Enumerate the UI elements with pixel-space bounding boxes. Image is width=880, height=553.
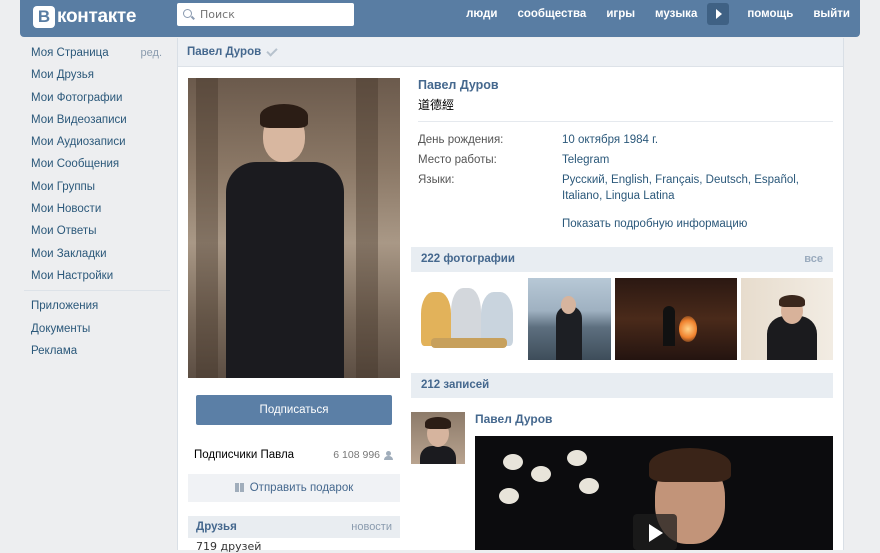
languages-label: Языки: [418, 174, 455, 186]
subscribe-button[interactable]: Подписаться [196, 395, 392, 425]
photos-strip [411, 278, 833, 360]
fire-glow [679, 316, 697, 342]
photo-thumbnail[interactable] [615, 278, 737, 360]
photo-thumbnail[interactable] [411, 278, 524, 360]
post-author-name[interactable]: Павел Дуров [475, 412, 552, 426]
person-body [556, 306, 582, 360]
info-divider [418, 121, 833, 122]
languages-value[interactable]: Русский, English, Français, Deutsch, Esp… [562, 172, 802, 204]
orchid-flower [567, 450, 587, 466]
menu-ads[interactable]: Реклама [20, 340, 170, 362]
left-menu: Моя Страница ред. Мои Друзья Мои Фотограф… [20, 42, 170, 362]
orchid-flower [503, 454, 523, 470]
followers-icon [384, 450, 394, 460]
menu-bookmarks[interactable]: Мои Закладки [20, 243, 170, 265]
edit-link[interactable]: ред. [141, 42, 162, 64]
friends-news-link[interactable]: новости [351, 516, 392, 538]
search-icon [183, 8, 195, 21]
friends-header: Друзья новости [188, 516, 400, 538]
menu-friends[interactable]: Мои Друзья [20, 64, 170, 86]
profile-name: Павел Дуров [418, 78, 499, 92]
nav-help[interactable]: помощь [737, 8, 803, 20]
top-nav: люди сообщества игры музыка помощь выйти [456, 0, 860, 28]
followers-count: 6 108 996 [333, 449, 380, 461]
menu-divider [24, 290, 170, 292]
profile-info: Павел Дуров 道德經 День рождения: 10 октябр… [418, 78, 833, 230]
person-silhouette [663, 306, 675, 346]
friends-count[interactable]: 719 друзей [196, 540, 261, 553]
menu-settings[interactable]: Мои Настройки [20, 265, 170, 287]
menu-audio[interactable]: Мои Аудиозаписи [20, 131, 170, 153]
info-row-work: Место работы: Telegram [418, 152, 833, 168]
vk-logo-icon: B [33, 6, 55, 28]
post-author-avatar[interactable] [411, 412, 465, 464]
nav-games[interactable]: игры [596, 8, 645, 20]
video-play-button[interactable] [633, 514, 677, 550]
play-icon [716, 9, 723, 19]
profile-header: Павел Дуров [178, 38, 843, 67]
person-hair [425, 417, 451, 429]
menu-my-page[interactable]: Моя Страница ред. [20, 42, 170, 64]
nav-music[interactable]: музыка [645, 8, 707, 20]
info-row-birthday: День рождения: 10 октября 1984 г. [418, 132, 833, 148]
verified-check-icon [266, 44, 278, 57]
background-column [356, 78, 378, 378]
search-box[interactable] [177, 3, 354, 26]
orchid-flower [531, 466, 551, 482]
menu-news[interactable]: Мои Новости [20, 198, 170, 220]
cartoon-base [431, 338, 507, 348]
menu-documents[interactable]: Документы [20, 318, 170, 340]
show-more-info-link[interactable]: Показать подробную информацию [562, 218, 833, 230]
photos-title[interactable]: 222 фотографии [421, 247, 515, 272]
background-column [196, 78, 218, 378]
vk-logo-text: контакте [57, 6, 137, 27]
person-hair [260, 104, 308, 128]
menu-photos[interactable]: Мои Фотографии [20, 87, 170, 109]
wall-title[interactable]: 212 записей [421, 373, 489, 398]
person-body [420, 446, 456, 464]
top-bar: B контакте люди сообщества игры музыка п… [20, 0, 860, 37]
profile-main: Павел Дуров Подписаться Подписчики Павла… [177, 38, 844, 553]
send-gift-label: Отправить подарок [249, 482, 354, 494]
person-body [226, 162, 344, 378]
send-gift-button[interactable]: Отправить подарок [188, 474, 400, 502]
friends-title[interactable]: Друзья [196, 516, 237, 538]
menu-my-page-label: Моя Страница [31, 47, 109, 59]
followers-label: Подписчики Павла [194, 449, 295, 461]
menu-answers[interactable]: Мои Ответы [20, 220, 170, 242]
orchid-flower [579, 478, 599, 494]
birthday-value[interactable]: 10 октября 1984 г. [562, 132, 802, 148]
menu-groups[interactable]: Мои Группы [20, 176, 170, 198]
nav-people[interactable]: люди [456, 8, 507, 20]
person-hair [649, 448, 731, 482]
orchid-flower [499, 488, 519, 504]
menu-videos[interactable]: Мои Видеозаписи [20, 109, 170, 131]
person-face [561, 296, 576, 314]
profile-status: 道德經 [418, 98, 455, 112]
photos-all-link[interactable]: все [804, 247, 823, 272]
followers-count-wrap: 6 108 996 [333, 449, 394, 461]
nav-logout[interactable]: выйти [803, 8, 860, 20]
vk-logo[interactable]: B контакте [33, 4, 137, 30]
play-icon [649, 524, 663, 542]
search-input[interactable] [200, 8, 340, 21]
photos-section-header: 222 фотографии все [411, 247, 833, 272]
post-video[interactable] [475, 436, 833, 550]
work-label: Место работы: [418, 154, 497, 166]
gift-icon [234, 483, 244, 492]
work-value[interactable]: Telegram [562, 152, 802, 168]
info-row-languages: Языки: Русский, English, Français, Deuts… [418, 172, 833, 204]
menu-messages[interactable]: Мои Сообщения [20, 153, 170, 175]
person-hair [779, 295, 805, 307]
followers-row[interactable]: Подписчики Павла 6 108 996 [188, 442, 400, 468]
nav-communities[interactable]: сообщества [507, 8, 596, 20]
music-play-button[interactable] [707, 3, 730, 25]
wall-section-header: 212 записей [411, 373, 833, 398]
profile-photo[interactable] [188, 78, 400, 378]
profile-header-name: Павел Дуров [187, 46, 262, 58]
birthday-label: День рождения: [418, 134, 504, 146]
photo-thumbnail[interactable] [741, 278, 833, 360]
photo-thumbnail[interactable] [528, 278, 611, 360]
menu-apps[interactable]: Приложения [20, 295, 170, 317]
